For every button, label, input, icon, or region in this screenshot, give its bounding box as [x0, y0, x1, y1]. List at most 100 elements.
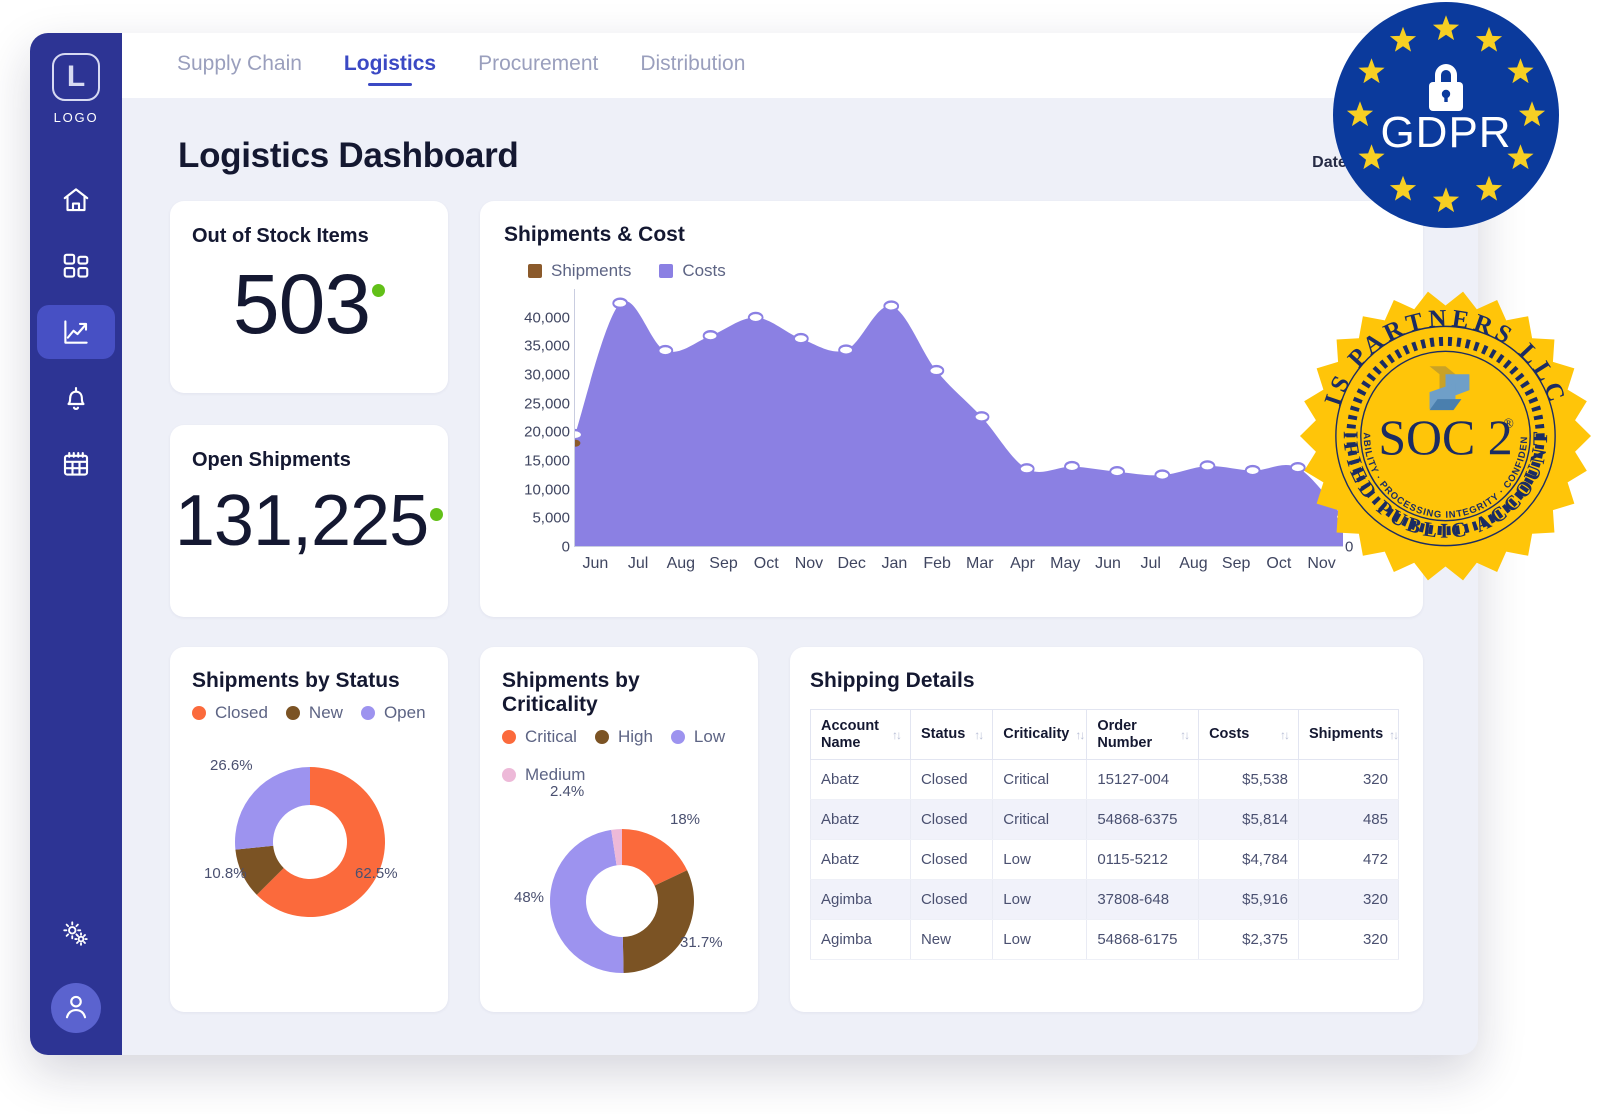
x-axis-tick: Jun	[582, 555, 609, 572]
legend-label: Shipments	[551, 261, 632, 280]
table-row[interactable]: Abatz Closed Low 0115-5212 $4,784 472	[810, 839, 1399, 881]
legend-swatch-shipments	[528, 264, 542, 278]
table-cell: Abatz	[810, 759, 911, 801]
soc2-center-text: SOC 2	[1378, 410, 1512, 465]
legend-swatch-open	[360, 706, 375, 720]
table-header-cell[interactable]: Costs ↑↓	[1198, 708, 1300, 761]
y-axis-left: 0 5,000 10,000 15,000 20,000 25,000 30,000 35,0…	[504, 289, 570, 555]
sidebar-item-settings[interactable]	[37, 907, 115, 961]
y-axis-tick: 30,000	[524, 366, 570, 384]
shipping-details-card: Shipping Details Account Name ↑↓ Status ↑↓ Cr…	[790, 647, 1423, 1012]
legend-item-new[interactable]: New	[285, 703, 343, 723]
status-badge	[430, 508, 444, 521]
kpi-column: Out of Stock Items 503 Open Shipments 13…	[170, 201, 448, 617]
gdpr-badge-graphic: GDPR	[1333, 2, 1559, 228]
sidebar-item-analytics[interactable]	[37, 305, 115, 359]
legend-item-shipments[interactable]: Shipments	[528, 261, 631, 281]
sort-icon[interactable]: ↑↓	[1280, 728, 1290, 742]
table-row[interactable]: Agimba Closed Low 37808-648 $5,916 320	[810, 879, 1399, 921]
legend-item-critical[interactable]: Critical	[502, 727, 577, 747]
sidebar-item-notifications[interactable]	[37, 371, 115, 425]
legend-label: New	[308, 703, 343, 722]
table-header-cell[interactable]: Status ↑↓	[909, 708, 994, 761]
legend-label: High	[617, 727, 653, 746]
dashboard-row-bottom: Shipments by Status Closed New Open 62.5…	[170, 647, 1423, 1012]
table-cell: 54868-6375	[1086, 799, 1200, 841]
table-cell: Closed	[909, 759, 994, 801]
legend-label: Open	[383, 703, 426, 722]
y-axis-tick: 5,000	[532, 509, 570, 527]
kpi-value-wrap: 503	[192, 252, 426, 357]
legend-item-low[interactable]: Low	[670, 727, 725, 747]
sidebar-nav	[30, 173, 122, 491]
sort-icon[interactable]: ↑↓	[1075, 728, 1085, 742]
sidebar-item-home[interactable]	[37, 173, 115, 227]
kpi-value: 503	[232, 257, 371, 351]
card-title: Shipments by Status	[192, 669, 400, 692]
column-label: Status	[920, 726, 966, 743]
dashboard-row-top: Out of Stock Items 503 Open Shipments 13…	[170, 201, 1423, 617]
table-cell: Closed	[909, 799, 994, 841]
legend-swatch-new	[285, 706, 300, 720]
legend-item-costs[interactable]: Costs	[659, 261, 726, 281]
donut-slice[interactable]	[549, 829, 624, 973]
sort-icon[interactable]: ↑↓	[1180, 728, 1190, 742]
card-title: Shipping Details	[810, 669, 975, 692]
kpi-title: Open Shipments	[192, 449, 351, 471]
y-axis-tick: 35,000	[524, 337, 570, 355]
table-cell: 0115-5212	[1086, 839, 1200, 881]
sidebar-item-dashboard[interactable]	[37, 239, 115, 293]
legend-item-open[interactable]: Open	[360, 703, 426, 723]
x-axis-tick: Dec	[837, 555, 866, 572]
legend-item-closed[interactable]: Closed	[192, 703, 268, 723]
tab-procurement[interactable]: Procurement	[478, 52, 598, 80]
tab-supply-chain[interactable]: Supply Chain	[177, 52, 302, 80]
criticality-donut-wrap: 18% 31.7% 48% 2.4%	[502, 783, 738, 1019]
y-axis-tick: 15,000	[524, 452, 570, 470]
x-axis-tick: Jun	[1095, 555, 1121, 572]
legend-item-high[interactable]: High	[594, 727, 653, 747]
shipments-by-criticality-card: Shipments by Criticality Critical High L…	[480, 647, 758, 1012]
sort-icon[interactable]: ↑↓	[1389, 728, 1399, 742]
table-cell: $2,375	[1198, 919, 1300, 961]
table-header-cell[interactable]: Shipments ↑↓	[1298, 708, 1399, 761]
table-header-cell[interactable]: Account Name ↑↓	[810, 708, 911, 761]
user-icon	[61, 991, 91, 1026]
table-cell: 320	[1298, 879, 1399, 921]
status-legend: Closed New Open	[192, 703, 428, 723]
table-row[interactable]: Abatz Closed Critical 15127-004 $5,538 320	[810, 759, 1399, 801]
table-header-cell[interactable]: Criticality ↑↓	[992, 708, 1088, 761]
criticality-legend: Critical High Low Medium	[502, 727, 738, 785]
table-cell: Low	[992, 839, 1088, 881]
sidebar: L LOGO	[30, 33, 122, 1055]
table-cell: $5,916	[1198, 879, 1300, 921]
legend-item-medium[interactable]: Medium	[502, 765, 585, 785]
x-axis-tick: Mar	[966, 555, 994, 572]
table-cell: Closed	[909, 839, 994, 881]
table-cell: Low	[992, 879, 1088, 921]
legend-label: Medium	[525, 765, 586, 784]
app-logo[interactable]: L	[52, 53, 100, 101]
avatar[interactable]	[51, 983, 101, 1033]
donut-value-label: 18%	[670, 811, 701, 828]
sort-icon[interactable]: ↑↓	[974, 728, 984, 742]
legend-swatch-high	[594, 730, 609, 744]
shipments-cost-chart-card: Shipments & Cost Shipments Costs 0 5,000…	[480, 201, 1423, 617]
donut-slice[interactable]	[235, 767, 310, 850]
sort-icon[interactable]: ↑↓	[892, 728, 902, 742]
legend-swatch-low	[670, 730, 685, 744]
gear-icon	[61, 919, 91, 949]
tab-logistics[interactable]: Logistics	[344, 52, 436, 80]
table-header-cell[interactable]: Order Number ↑↓	[1086, 708, 1200, 761]
donut-slice[interactable]	[622, 870, 694, 973]
y-axis-tick: 25,000	[524, 395, 570, 413]
sidebar-item-calendar[interactable]	[37, 437, 115, 491]
table-row[interactable]: Abatz Closed Critical 54868-6375 $5,814 485	[810, 799, 1399, 841]
tab-distribution[interactable]: Distribution	[640, 52, 745, 80]
area-chart-plot: 0 5,000 10,000 15,000 20,000 25,000 30,000 35,0…	[504, 289, 1403, 579]
x-axis-tick: Oct	[1266, 555, 1292, 572]
donut-value-label: 31.7%	[680, 934, 723, 951]
table-cell: $5,814	[1198, 799, 1300, 841]
table-row[interactable]: Agimba New Low 54868-6175 $2,375 320	[810, 919, 1399, 961]
legend-swatch-closed	[192, 706, 206, 720]
